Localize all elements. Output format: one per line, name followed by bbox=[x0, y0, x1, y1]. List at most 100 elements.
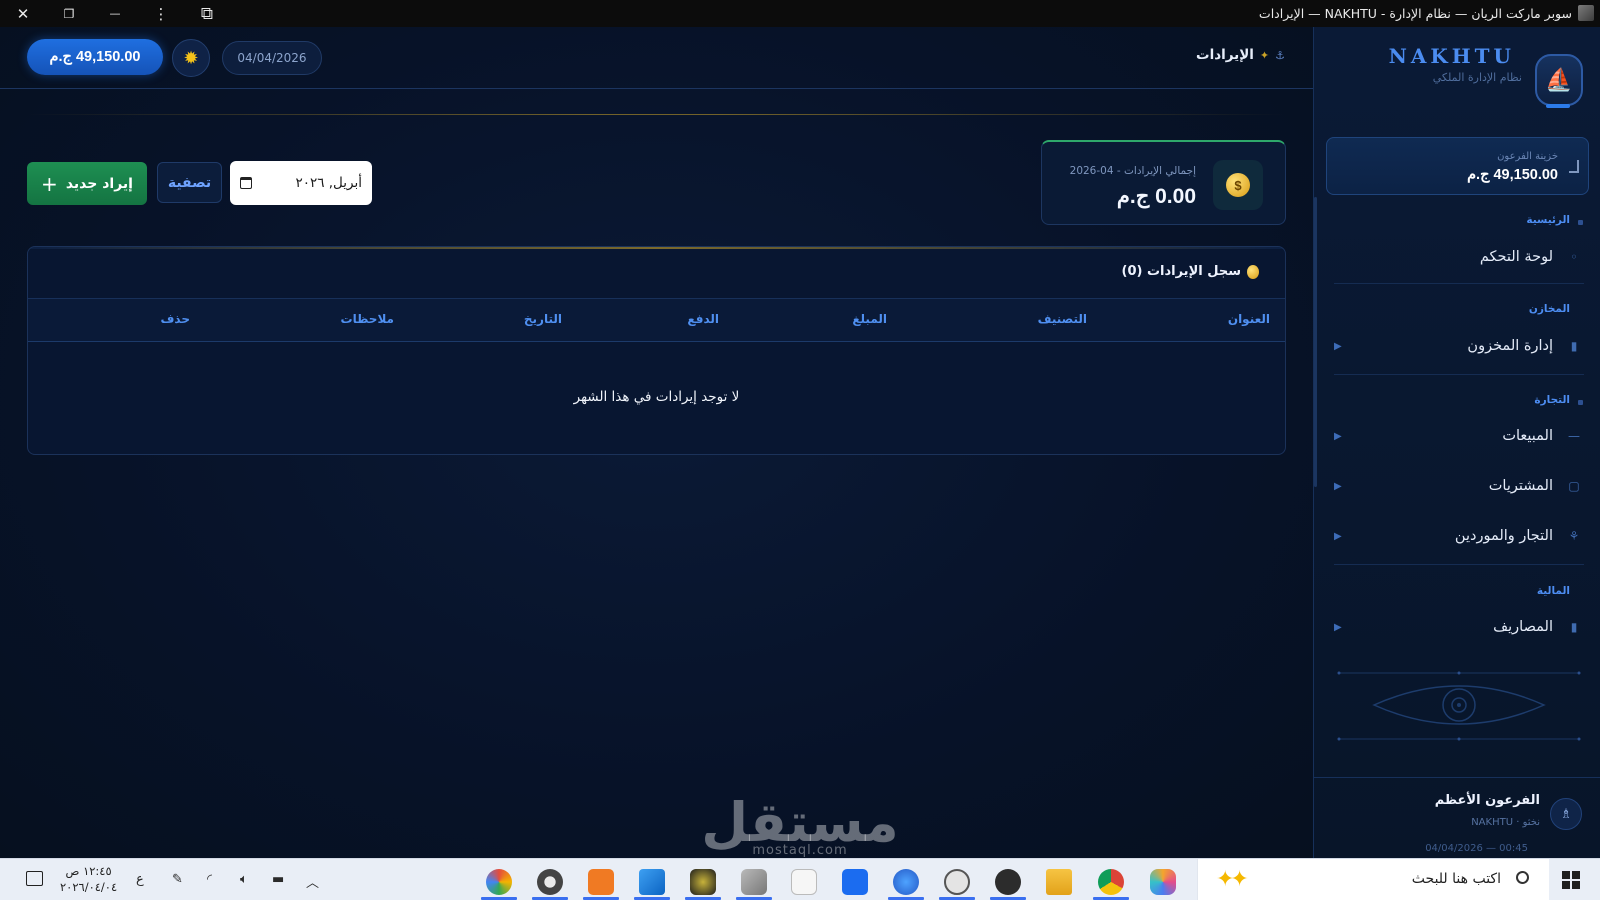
brand-name: NAKHTU bbox=[1388, 44, 1515, 68]
app-icon-8[interactable] bbox=[782, 864, 826, 899]
sidebar-item-suppliers[interactable]: ⚘ التجار والموردين ▶ bbox=[1326, 516, 1589, 556]
taskbar-search[interactable]: اكتب هنا للبحث ✦✦ bbox=[1197, 859, 1549, 900]
copilot-sparkle-icon[interactable]: ✦✦ bbox=[1216, 867, 1249, 892]
file-explorer-icon[interactable] bbox=[1037, 864, 1081, 899]
column-delete: حذف bbox=[160, 312, 190, 326]
user-name: الفرعون الأعظم bbox=[1434, 793, 1540, 808]
section-divider bbox=[1334, 374, 1584, 375]
money-bag-icon: $ bbox=[1213, 160, 1263, 210]
expenses-icon: ▮ bbox=[1570, 620, 1578, 634]
sidebar-item-expenses[interactable]: ▮ المصاريف ▶ bbox=[1326, 607, 1589, 647]
avatar[interactable]: ♗ bbox=[1550, 798, 1582, 830]
section-divider bbox=[1334, 564, 1584, 565]
section-title-stores: المخازن bbox=[1528, 303, 1570, 315]
media-player-icon[interactable] bbox=[833, 864, 877, 899]
suppliers-icon: ⚘ bbox=[1568, 529, 1580, 543]
app-icon-4[interactable] bbox=[986, 864, 1030, 900]
notifications-icon[interactable] bbox=[26, 871, 43, 886]
scrollbar[interactable] bbox=[1314, 197, 1317, 487]
page-title: الإيرادات bbox=[1196, 47, 1254, 63]
summary-value: 0.00 ج.م bbox=[1116, 185, 1196, 208]
pharaoh-logo-icon: ⛵ bbox=[1535, 54, 1583, 106]
filter-button[interactable]: تصفية bbox=[157, 162, 222, 203]
add-revenue-button[interactable]: إيراد جديد + bbox=[27, 162, 147, 205]
log-header: سجل الإيرادات (0) bbox=[1121, 264, 1259, 279]
plus-icon: + bbox=[41, 171, 58, 196]
app-icon-5[interactable] bbox=[935, 864, 979, 900]
expand-arrow-icon[interactable]: ▶ bbox=[1334, 531, 1342, 542]
sidebar-item-label: لوحة التحكم bbox=[1479, 249, 1553, 265]
search-placeholder: اكتب هنا للبحث bbox=[1411, 871, 1501, 887]
taskbar-clock[interactable]: ١٢:٤٥ ص ٢٠٢٦/٠٤/٠٤ bbox=[60, 863, 117, 895]
log-title: سجل الإيرادات (0) bbox=[1121, 264, 1241, 279]
sidebar-item-sales[interactable]: — المبيعات ▶ bbox=[1326, 416, 1589, 456]
volume-icon[interactable]: 🔈︎ bbox=[240, 872, 248, 887]
column-category: التصنيف bbox=[1037, 312, 1087, 326]
month-picker[interactable]: أبريل, ٢٠٢٦ bbox=[230, 161, 372, 205]
clock-date: ٢٠٢٦/٠٤/٠٤ bbox=[60, 880, 118, 894]
section-dot bbox=[1578, 220, 1583, 225]
xampp-icon[interactable] bbox=[579, 864, 623, 900]
more-options-button[interactable]: ⋮ bbox=[138, 0, 184, 27]
pen-icon[interactable]: ✎ bbox=[172, 872, 183, 887]
settings-gear-icon[interactable] bbox=[528, 864, 572, 900]
copilot-app-icon[interactable] bbox=[1141, 864, 1185, 899]
user-profile[interactable]: ♗ الفرعون الأعظم نخثو · NAKHTU 04/04/202… bbox=[1313, 777, 1600, 858]
battery-icon[interactable]: ▬ bbox=[272, 872, 284, 887]
expand-arrow-icon[interactable]: ▶ bbox=[1334, 481, 1342, 492]
search-icon bbox=[1516, 871, 1529, 884]
sidebar-item-label: التجار والموردين bbox=[1454, 528, 1553, 544]
breadcrumb-icon: ⚓ bbox=[1275, 48, 1285, 62]
close-window-button[interactable]: ✕ bbox=[0, 0, 46, 27]
sidebar-item-purchases[interactable]: ▢ المشتريات ▶ bbox=[1326, 466, 1589, 506]
os-taskbar: اكتب هنا للبحث ✦✦ ︿ ▬ 🔈︎ ◜ ✎ ع ١٢:٤٥ ص ٢… bbox=[0, 858, 1600, 900]
revenue-log-panel: سجل الإيرادات (0) العنوان التصنيف المبلغ… bbox=[27, 246, 1286, 455]
treasury-icon bbox=[1569, 160, 1579, 173]
extension-icon[interactable]: ⧉ bbox=[184, 0, 230, 27]
dashboard-icon: ◦ bbox=[1570, 250, 1578, 264]
app-icon-14[interactable] bbox=[477, 864, 521, 900]
money-bag-icon bbox=[1247, 264, 1259, 279]
expand-arrow-icon[interactable]: ▶ bbox=[1334, 622, 1342, 633]
restore-window-button[interactable]: ❐ bbox=[46, 0, 92, 27]
wifi-icon[interactable]: ◜ bbox=[207, 872, 212, 887]
sidebar-item-inventory[interactable]: ▮ إدارة المخزون ▶ bbox=[1326, 326, 1589, 366]
column-amount: المبلغ bbox=[852, 312, 887, 326]
session-time: 04/04/2026 — 00:45 bbox=[1425, 843, 1528, 854]
logo-underline bbox=[1546, 104, 1570, 108]
treasury-label: خزينة الفرعون bbox=[1497, 151, 1558, 162]
add-label: إيراد جديد bbox=[65, 175, 133, 192]
breadcrumb-sub-icon: ✦ bbox=[1259, 48, 1270, 62]
sidebar-item-label: المشتريات bbox=[1488, 478, 1553, 494]
column-title: العنوان bbox=[1227, 312, 1270, 326]
app-icon-6[interactable] bbox=[884, 864, 928, 900]
calendar-icon[interactable] bbox=[240, 177, 252, 189]
chrome-app-icon[interactable] bbox=[1089, 864, 1133, 900]
clock-time: ١٢:٤٥ ص bbox=[65, 864, 112, 878]
section-dot bbox=[1578, 400, 1583, 405]
chevron-up-icon[interactable]: ︿ bbox=[306, 872, 319, 891]
main-content: 49,150.00 ج.م ✹ 04/04/2026 ⚓ ✦ الإيرادات… bbox=[0, 27, 1313, 858]
sidebar-item-dashboard[interactable]: ◦ لوحة التحكم bbox=[1326, 237, 1589, 277]
app-icon bbox=[1578, 5, 1594, 21]
vscode-icon[interactable] bbox=[630, 864, 674, 900]
expand-arrow-icon[interactable]: ▶ bbox=[1334, 341, 1342, 352]
table-header: العنوان التصنيف المبلغ الدفع التاريخ ملا… bbox=[28, 298, 1285, 342]
column-payment: الدفع bbox=[687, 312, 719, 326]
theme-toggle-sun-icon[interactable]: ✹ bbox=[172, 39, 210, 77]
coin-icon: $ bbox=[1226, 173, 1250, 197]
column-notes: ملاحظات bbox=[340, 312, 394, 326]
language-indicator[interactable]: ع bbox=[136, 872, 144, 887]
purchases-icon: ▢ bbox=[1568, 479, 1580, 493]
watermark: مستقل mostaql.com bbox=[700, 795, 900, 859]
windows-start-icon[interactable] bbox=[1562, 871, 1580, 889]
section-divider bbox=[1334, 283, 1584, 284]
minimize-window-button[interactable]: — bbox=[92, 0, 138, 27]
app-icon-10[interactable] bbox=[681, 864, 725, 900]
section-title-finance: المالية bbox=[1536, 585, 1570, 597]
column-date: التاريخ bbox=[523, 312, 562, 326]
expand-arrow-icon[interactable]: ▶ bbox=[1334, 431, 1342, 442]
app-icon-9[interactable] bbox=[732, 864, 776, 900]
page-title-area: ⚓ ✦ الإيرادات bbox=[1196, 47, 1285, 63]
sidebar: ⛵ NAKHTU نظام الإدارة الملكي خزينة الفرع… bbox=[1313, 27, 1600, 858]
